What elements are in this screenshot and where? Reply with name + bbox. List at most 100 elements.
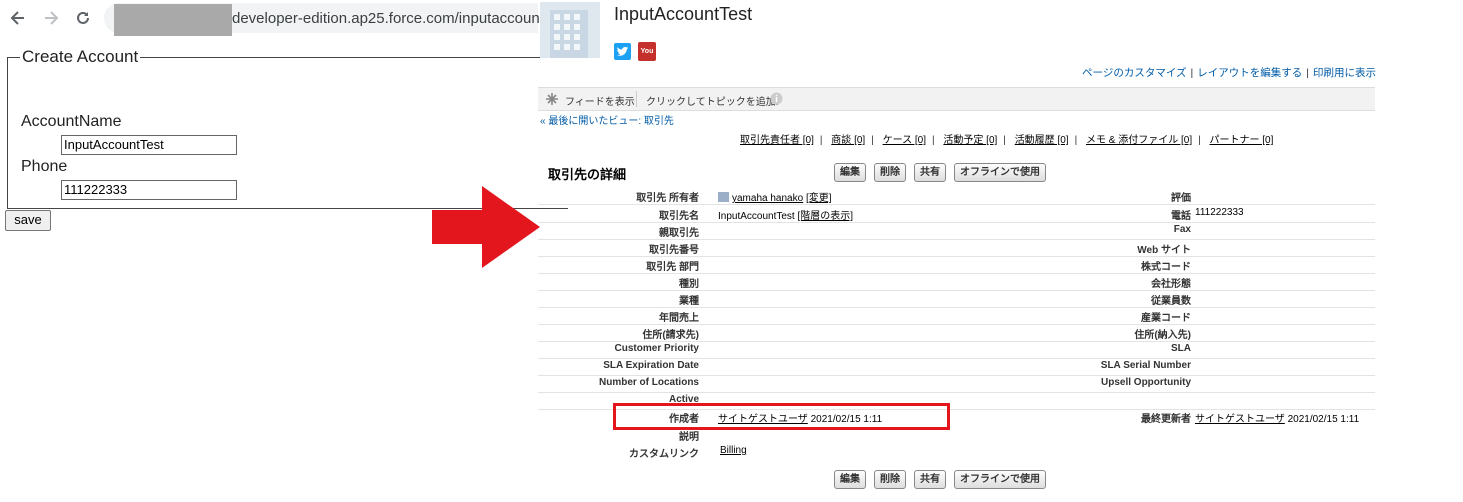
account-name-detail-label: 取引先名: [659, 211, 699, 222]
phone-detail-value: 111222333: [1195, 207, 1244, 218]
fax-label: Fax: [1173, 224, 1191, 235]
account-name-text: InputAccountTest: [718, 211, 795, 222]
billing-address-label: 住所(請求先): [642, 330, 699, 341]
detail-row: 取引先名 InputAccountTest [階層の表示] 電話 1112223…: [538, 205, 1375, 223]
owner-value: yamaha hanako [変更]: [718, 189, 832, 204]
print-view-link[interactable]: 印刷用に表示: [1313, 67, 1376, 79]
related-contacts-link[interactable]: 取引先責任者 [0]: [740, 135, 814, 146]
account-name-input[interactable]: InputAccountTest: [61, 135, 237, 155]
edit-button-bottom[interactable]: 編集: [834, 470, 866, 489]
redacted-subdomain: [114, 4, 232, 36]
feed-toolbar: フィードを表示 クリックしてトピックを追加:: [538, 87, 1375, 111]
billing-link: Billing: [720, 445, 747, 456]
account-name-detail-value: InputAccountTest [階層の表示]: [718, 207, 853, 222]
twitter-icon[interactable]: [614, 43, 631, 60]
last-modified-by-label: 最終更新者: [1141, 414, 1191, 425]
browser-toolbar: developer-edition.ap25.force.com/inputac…: [0, 0, 544, 36]
detail-row: 親取引先 Fax: [538, 222, 1375, 240]
related-activity-history-link[interactable]: 活動履歴 [0]: [1015, 135, 1069, 146]
top-button-row: 編集 削除 共有 オフラインで使用: [834, 163, 1046, 182]
info-icon[interactable]: [770, 92, 783, 105]
user-icon: [718, 192, 729, 202]
detail-row: 取引先 所有者 yamaha hanako [変更] 評価: [538, 187, 1375, 205]
annual-revenue-label: 年間売上: [659, 313, 699, 324]
customize-page-link[interactable]: ページのカスタマイズ: [1082, 67, 1186, 79]
sic-code-label: 産業コード: [1141, 313, 1191, 324]
sla-label: SLA: [1171, 343, 1191, 354]
back-arrow-icon[interactable]: [6, 6, 30, 30]
phone-label: Phone: [21, 158, 68, 175]
offline-button[interactable]: オフラインで使用: [954, 163, 1046, 182]
related-partners-link[interactable]: パートナー [0]: [1210, 135, 1274, 146]
related-open-activities-link[interactable]: 活動予定 [0]: [943, 135, 997, 146]
add-topic-link[interactable]: クリックしてトピックを追加:: [646, 93, 778, 108]
red-arrow-icon: [432, 186, 540, 268]
custom-links-label: カスタムリンク: [629, 449, 699, 460]
salesforce-account-page: InputAccountTest You ページのカスタマイズ | レイアウトを編集…: [538, 0, 1463, 502]
last-view-link[interactable]: « 最後に開いたビュー: 取引先: [540, 112, 674, 127]
edit-layout-link[interactable]: レイアウトを編集する: [1197, 67, 1302, 79]
detail-row: カスタムリンク Billing: [538, 443, 1375, 460]
related-opportunities-link[interactable]: 商談 [0]: [831, 135, 865, 146]
show-feed-link[interactable]: フィードを表示: [565, 93, 635, 108]
related-cases-link[interactable]: ケース [0]: [883, 135, 926, 146]
modified-by-date: 2021/02/15 1:11: [1287, 414, 1360, 425]
delete-button-bottom[interactable]: 削除: [874, 470, 906, 489]
detail-row: Number of Locations Upsell Opportunity: [538, 375, 1375, 393]
number-of-locations-label: Number of Locations: [598, 377, 699, 388]
reload-icon[interactable]: [71, 6, 95, 30]
parent-account-label: 親取引先: [659, 228, 699, 239]
website-label: Web サイト: [1137, 245, 1191, 256]
upsell-opportunity-label: Upsell Opportunity: [1101, 377, 1191, 388]
account-building-icon: [540, 2, 600, 58]
youtube-icon[interactable]: You: [638, 42, 656, 61]
customer-priority-label: Customer Priority: [614, 343, 699, 354]
detail-row: 種別 会社形態: [538, 273, 1375, 291]
share-button[interactable]: 共有: [914, 163, 946, 182]
delete-button[interactable]: 削除: [874, 163, 906, 182]
last-modified-by-value: サイトゲストユーザ 2021/02/15 1:11: [1195, 410, 1359, 425]
create-account-fieldset: Create Account AccountName InputAccountT…: [7, 47, 568, 209]
feed-icon: [546, 93, 558, 105]
page-top-links: ページのカスタマイズ | レイアウトを編集する | 印刷用に表示: [1082, 67, 1376, 79]
change-owner-link[interactable]: [変更]: [806, 193, 832, 204]
address-url: developer-edition.ap25.force.com/inputac…: [232, 10, 544, 27]
offline-button-bottom[interactable]: オフラインで使用: [954, 470, 1046, 489]
detail-row: 取引先 部門 株式コード: [538, 256, 1375, 274]
industry-label: 業種: [679, 296, 699, 307]
detail-row: 業種 従業員数: [538, 290, 1375, 308]
ownership-label: 会社形態: [1151, 279, 1191, 290]
shipping-address-label: 住所(納入先): [1134, 330, 1191, 341]
type-label: 種別: [679, 279, 699, 290]
edit-button[interactable]: 編集: [834, 163, 866, 182]
detail-row: Customer Priority SLA: [538, 341, 1375, 359]
ticker-label: 株式コード: [1141, 262, 1191, 273]
created-by-highlight-box: [613, 403, 950, 430]
feed-divider: [636, 91, 637, 107]
description-label: 説明: [679, 432, 699, 443]
sla-serial-label: SLA Serial Number: [1100, 360, 1191, 371]
detail-row: 住所(請求先) 住所(納入先): [538, 324, 1375, 342]
forward-arrow-icon[interactable]: [39, 6, 63, 30]
detail-row: 年間売上 産業コード: [538, 307, 1375, 325]
account-detail-title: 取引先の詳細: [548, 167, 627, 182]
related-notes-attachments-link[interactable]: メモ & 添付ファイル [0]: [1086, 135, 1192, 146]
billing-custom-link[interactable]: Billing: [720, 445, 747, 456]
employees-label: 従業員数: [1151, 296, 1191, 307]
detail-row: SLA Expiration Date SLA Serial Number: [538, 358, 1375, 376]
view-hierarchy-link[interactable]: [階層の表示]: [798, 211, 854, 222]
detail-row: 取引先番号 Web サイト: [538, 239, 1375, 257]
rating-label: 評価: [1171, 193, 1191, 204]
create-account-legend: Create Account: [22, 47, 139, 66]
phone-input[interactable]: 111222333: [61, 180, 237, 200]
phone-detail-label: 電話: [1171, 211, 1191, 222]
related-list-links: 取引先責任者 [0] | 商談 [0] | ケース [0] | 活動予定 [0] | 活…: [740, 135, 1274, 146]
modified-by-user-link[interactable]: サイトゲストユーザ: [1195, 414, 1285, 425]
share-button-bottom[interactable]: 共有: [914, 470, 946, 489]
owner-link[interactable]: yamaha hanako: [732, 193, 803, 204]
account-number-label: 取引先番号: [649, 245, 699, 256]
save-button[interactable]: save: [5, 210, 51, 231]
owner-label: 取引先 所有者: [636, 193, 699, 204]
account-name-label: AccountName: [21, 113, 122, 130]
account-title: InputAccountTest: [614, 4, 753, 24]
